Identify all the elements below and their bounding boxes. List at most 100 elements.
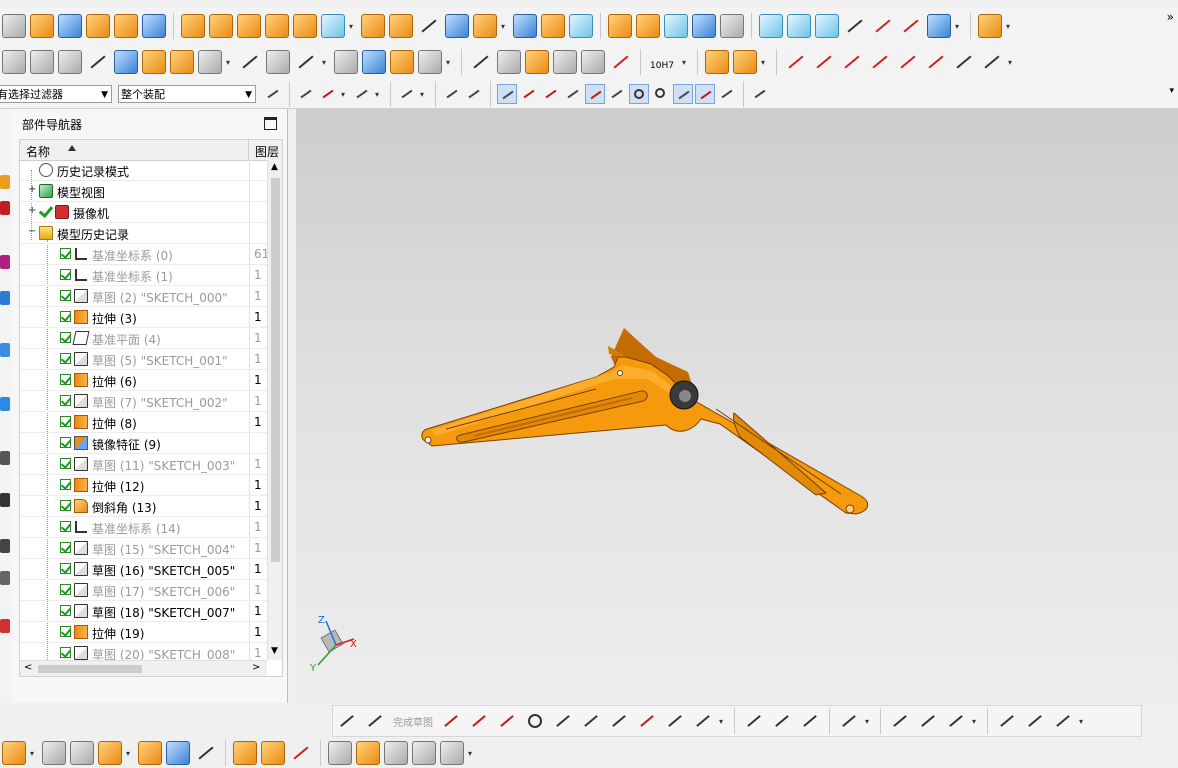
offset-curve-icon[interactable] [896, 50, 920, 74]
weld-icon[interactable] [705, 50, 729, 74]
arc-icon[interactable] [812, 50, 836, 74]
reuse-library-icon[interactable] [0, 291, 10, 305]
revolve-icon[interactable] [142, 14, 166, 38]
datum-plane-icon[interactable] [266, 50, 290, 74]
sew-icon[interactable] [787, 14, 811, 38]
snap-control-point-icon[interactable] [541, 84, 561, 104]
animate-dimension-icon[interactable] [1052, 710, 1074, 732]
triangle-icon[interactable] [469, 50, 493, 74]
split-body-icon[interactable] [569, 14, 593, 38]
dropdown-arrow-icon[interactable]: ▾ [863, 717, 871, 726]
roles-icon[interactable] [0, 539, 10, 553]
pmi-icon[interactable] [525, 50, 549, 74]
system-scene-icon[interactable] [0, 571, 10, 585]
snap-option-icon[interactable] [296, 84, 316, 104]
auto-constrain-icon[interactable] [945, 710, 967, 732]
dropdown-arrow-icon[interactable]: ▾ [347, 22, 355, 31]
snap-point-on-curve-icon[interactable] [695, 84, 715, 104]
dropdown-arrow-icon[interactable]: ▾ [1077, 717, 1085, 726]
show-constraints-icon[interactable] [996, 710, 1018, 732]
assembly-constraint-icon[interactable] [2, 741, 26, 765]
quick-extend-icon[interactable] [771, 710, 793, 732]
note-icon[interactable] [553, 50, 577, 74]
grid-icon[interactable] [750, 84, 770, 104]
dropdown-arrow-icon[interactable]: ▾ [1004, 22, 1012, 31]
selection-filter-dropdown[interactable]: 有选择过滤器 ▼ [0, 85, 112, 103]
visibility-checkbox[interactable] [60, 395, 71, 406]
visibility-checkbox[interactable] [60, 311, 71, 322]
dimension-icon[interactable] [609, 50, 633, 74]
select-face-icon[interactable] [464, 84, 484, 104]
profile-icon[interactable] [440, 710, 462, 732]
move-handle-icon[interactable] [352, 84, 372, 104]
tree-row[interactable]: 草图 (5) "SKETCH_001" 1 [20, 349, 267, 370]
unite-icon[interactable] [608, 14, 632, 38]
history-icon[interactable] [0, 397, 10, 411]
hole-icon[interactable] [181, 14, 205, 38]
geometric-constraint-icon[interactable] [889, 710, 911, 732]
expand-toggle-icon[interactable]: − [28, 227, 36, 237]
visibility-checkbox[interactable] [60, 605, 71, 616]
relations-browser-icon[interactable] [1024, 710, 1046, 732]
tree-row[interactable]: 基准平面 (4) 1 [20, 328, 267, 349]
csys-icon[interactable] [334, 50, 358, 74]
explode-icon[interactable] [114, 50, 138, 74]
tree-row[interactable]: + 模型视图 [20, 181, 267, 202]
column-header-name[interactable]: 名称 [26, 143, 50, 160]
rectangle-select-icon[interactable] [397, 84, 417, 104]
dropdown-arrow-icon[interactable]: ▾ [466, 749, 474, 758]
process-studio-icon[interactable] [0, 451, 10, 465]
select-feature-icon[interactable] [318, 84, 338, 104]
constraint-icon[interactable] [58, 50, 82, 74]
dropdown-arrow-icon[interactable]: ▾ [28, 749, 36, 758]
scroll-down-icon[interactable]: ▼ [271, 646, 278, 656]
fillet-icon[interactable] [552, 710, 574, 732]
link-icon[interactable] [356, 741, 380, 765]
tree-row[interactable]: 镜像特征 (9) [20, 433, 267, 454]
dropdown-arrow-icon[interactable]: ▾ [444, 58, 452, 67]
chevron-down-icon[interactable]: ▾ [1169, 86, 1174, 96]
maximize-icon[interactable] [264, 117, 277, 130]
tree-row[interactable]: 拉伸 (6) 1 [20, 370, 267, 391]
bridge-curve-icon[interactable] [952, 50, 976, 74]
visibility-checkbox[interactable] [60, 374, 71, 385]
sequence-icon[interactable] [289, 741, 313, 765]
line-icon[interactable] [468, 710, 490, 732]
visible-check-icon[interactable] [39, 204, 51, 216]
dropdown-arrow-icon[interactable]: ▾ [124, 749, 132, 758]
groove-icon[interactable] [321, 14, 345, 38]
gear-icon[interactable] [198, 50, 222, 74]
rectangle-icon[interactable] [608, 710, 630, 732]
thicken-icon[interactable] [815, 14, 839, 38]
new-component-icon[interactable] [70, 741, 94, 765]
tree-row[interactable]: 倒斜角 (13) 1 [20, 496, 267, 517]
slot-icon[interactable] [293, 14, 317, 38]
blend-icon[interactable] [389, 14, 413, 38]
select-body-icon[interactable] [442, 84, 462, 104]
offset-icon[interactable] [692, 710, 714, 732]
move-icon[interactable] [138, 741, 162, 765]
package-icon[interactable] [440, 741, 464, 765]
polygon-icon[interactable] [636, 710, 658, 732]
tree-row[interactable]: 草图 (11) "SKETCH_003" 1 [20, 454, 267, 475]
snap-midpoint-icon[interactable] [519, 84, 539, 104]
graphics-window[interactable]: Z X Y [296, 109, 1178, 703]
visibility-checkbox[interactable] [60, 416, 71, 427]
clone-icon[interactable] [261, 741, 285, 765]
visibility-checkbox[interactable] [60, 542, 71, 553]
snap-existing-point-icon[interactable] [673, 84, 693, 104]
snap-endpoint-icon[interactable] [497, 84, 517, 104]
view-triad[interactable]: Z X Y [309, 615, 357, 674]
make-corner-icon[interactable] [799, 710, 821, 732]
column-header-layer[interactable]: 图层 [248, 140, 282, 160]
filter-reset-icon[interactable] [263, 84, 283, 104]
cylinder-icon[interactable] [30, 14, 54, 38]
sketch-icon[interactable] [336, 710, 358, 732]
spring-icon[interactable] [142, 50, 166, 74]
component-icon[interactable] [30, 50, 54, 74]
render-icon[interactable] [927, 14, 951, 38]
bolt-icon[interactable] [170, 50, 194, 74]
routing-icon[interactable] [384, 741, 408, 765]
expand-toggle-icon[interactable]: + [28, 206, 36, 216]
tree-row[interactable]: 草图 (17) "SKETCH_006" 1 [20, 580, 267, 601]
